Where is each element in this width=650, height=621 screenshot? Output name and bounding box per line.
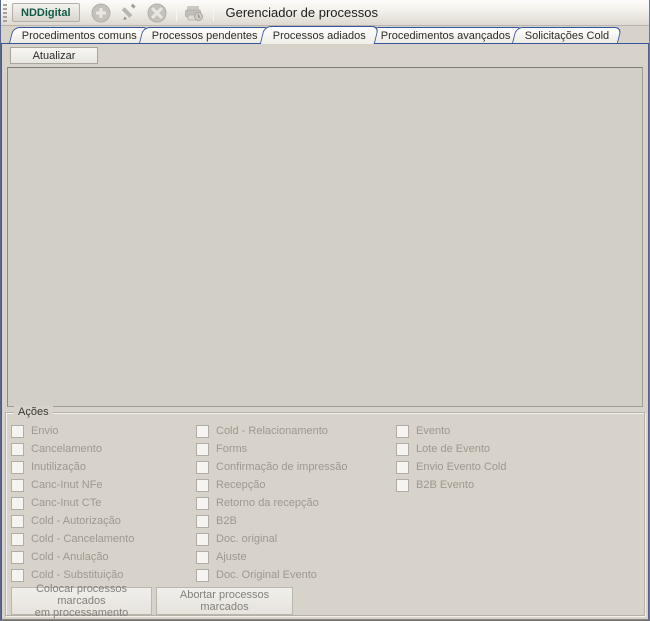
window-title: Gerenciador de processos: [226, 5, 378, 20]
tab-label: Processos pendentes: [152, 30, 258, 42]
action-row-inutilizacao: Inutilização: [11, 458, 134, 476]
action-row-cold-relacionamento: Cold - Relacionamento: [196, 422, 347, 440]
checkbox-label: Inutilização: [31, 461, 86, 473]
action-row-ajuste: Ajuste: [196, 548, 347, 566]
action-row-doc-original: Doc. original: [196, 530, 347, 548]
checkbox-envio[interactable]: [11, 425, 24, 438]
checkbox-label: Forms: [216, 443, 247, 455]
checkbox-label: Lote de Evento: [416, 443, 490, 455]
actions-groupbox: Ações EnvioCancelamentoInutilizaçãoCanc-…: [5, 412, 645, 616]
checkbox-label: Cold - Autorização: [31, 515, 121, 527]
checkbox-cold-autorizacao[interactable]: [11, 515, 24, 528]
checkbox-label: Envio Evento Cold: [416, 461, 507, 473]
checkbox-doc-original[interactable]: [196, 533, 209, 546]
checkbox-cold-substituicao[interactable]: [11, 569, 24, 582]
checkbox-lote-de-evento[interactable]: [396, 443, 409, 456]
checkbox-cold-cancelamento[interactable]: [11, 533, 24, 546]
tab-solicitacoes-cold[interactable]: Solicitações Cold: [512, 27, 622, 43]
checkbox-label: Confirmação de impressão: [216, 461, 347, 473]
checkbox-label: Canc-Inut NFe: [31, 479, 103, 491]
toolbar-grip-handle[interactable]: [3, 4, 7, 22]
checkbox-b2b-evento[interactable]: [396, 479, 409, 492]
checkbox-canc-inut-nfe[interactable]: [11, 479, 24, 492]
tab-processos-pendentes[interactable]: Processos pendentes: [139, 27, 271, 43]
action-row-cold-autorizacao: Cold - Autorização: [11, 512, 134, 530]
checkbox-canc-inut-cte[interactable]: [11, 497, 24, 510]
nddigital-button[interactable]: NDDigital: [12, 3, 80, 22]
actions-column-1: Envio Cancelamento Inutilização Canc-Inut N…: [11, 422, 134, 584]
action-row-cold-substituicao: Cold - Substituição: [11, 566, 134, 584]
checkbox-inutilizacao[interactable]: [11, 461, 24, 474]
action-row-cancelamento: Cancelamento: [11, 440, 134, 458]
checkbox-label: B2B: [216, 515, 237, 527]
checkbox-label: Cold - Relacionamento: [216, 425, 328, 437]
toolbar: NDDigital: [1, 0, 649, 26]
tab-page-processos-adiados: Atualizar Ações Envio Cancelamento Inutili…: [1, 44, 649, 620]
checkbox-forms[interactable]: [196, 443, 209, 456]
action-row-canc-inut-cte: Canc-Inut CTe: [11, 494, 134, 512]
checkbox-retorno-da-recepcao[interactable]: [196, 497, 209, 510]
printer-history-icon[interactable]: [181, 2, 207, 24]
checkbox-label: Canc-Inut CTe: [31, 497, 101, 509]
tab-label: Procedimentos avançados: [381, 30, 511, 42]
checkbox-evento[interactable]: [396, 425, 409, 438]
toolbar-separator: [213, 5, 214, 21]
app-window: NDDigital: [0, 0, 650, 621]
checkbox-label: Cold - Anulação: [31, 551, 109, 563]
nddigital-button-label: NDDigital: [21, 7, 71, 19]
action-row-envio: Envio: [11, 422, 134, 440]
process-list-area[interactable]: [7, 67, 643, 407]
action-row-b2b: B2B: [196, 512, 347, 530]
add-circle-icon[interactable]: [88, 2, 114, 24]
action-row-cold-cancelamento: Cold - Cancelamento: [11, 530, 134, 548]
tab-processos-adiados[interactable]: Processos adiados: [260, 26, 379, 44]
actions-groupbox-legend: Ações: [14, 406, 53, 418]
action-row-forms: Forms: [196, 440, 347, 458]
actions-column-2: Cold - Relacionamento Forms Confirmação de…: [196, 422, 347, 584]
checkbox-cancelamento[interactable]: [11, 443, 24, 456]
checkbox-confirmacao-de-impressao[interactable]: [196, 461, 209, 474]
checkbox-ajuste[interactable]: [196, 551, 209, 564]
checkbox-doc-original-evento[interactable]: [196, 569, 209, 582]
checkbox-label: B2B Evento: [416, 479, 474, 491]
edit-pencil-icon[interactable]: [116, 2, 142, 24]
checkbox-label: Cold - Cancelamento: [31, 533, 134, 545]
refresh-button[interactable]: Atualizar: [10, 47, 98, 64]
checkbox-envio-evento-cold[interactable]: [396, 461, 409, 474]
actions-column-3: Evento Lote de Evento Envio Evento Cold B2B…: [396, 422, 507, 494]
action-row-envio-evento-cold: Envio Evento Cold: [396, 458, 507, 476]
action-row-evento: Evento: [396, 422, 507, 440]
checkbox-label: Doc. Original Evento: [216, 569, 317, 581]
tab-strip: Procedimentos comuns Processos pendentes P…: [1, 26, 649, 44]
checkbox-label: Evento: [416, 425, 450, 437]
action-row-lote-de-evento: Lote de Evento: [396, 440, 507, 458]
action-row-b2b-evento: B2B Evento: [396, 476, 507, 494]
checkbox-label: Doc. original: [216, 533, 277, 545]
checkbox-label: Ajuste: [216, 551, 247, 563]
checkbox-recepcao[interactable]: [196, 479, 209, 492]
cancel-circle-icon[interactable]: [144, 2, 170, 24]
tab-procedimentos-comuns[interactable]: Procedimentos comuns: [9, 27, 150, 43]
checkbox-cold-anulacao[interactable]: [11, 551, 24, 564]
checkbox-b2b[interactable]: [196, 515, 209, 528]
action-row-retorno-da-recepcao: Retorno da recepção: [196, 494, 347, 512]
checkbox-label: Envio: [31, 425, 59, 437]
action-row-doc-original-evento: Doc. Original Evento: [196, 566, 347, 584]
tab-label: Processos adiados: [273, 30, 366, 42]
action-row-recepcao: Recepção: [196, 476, 347, 494]
toolbar-separator: [176, 5, 177, 21]
checkbox-label: Cancelamento: [31, 443, 102, 455]
action-row-canc-inut-nfe: Canc-Inut NFe: [11, 476, 134, 494]
action-row-cold-anulacao: Cold - Anulação: [11, 548, 134, 566]
checkbox-label: Cold - Substituição: [31, 569, 123, 581]
checkbox-cold-relacionamento[interactable]: [196, 425, 209, 438]
checkbox-label: Retorno da recepção: [216, 497, 319, 509]
tab-procedimentos-avancados[interactable]: Procedimentos avançados: [368, 27, 524, 43]
abort-marked-processes-button[interactable]: Abortar processos marcados: [156, 587, 293, 615]
checkbox-label: Recepção: [216, 479, 266, 491]
put-marked-processes-in-processing-button[interactable]: Colocar processos marcadosem processamen…: [11, 587, 152, 615]
tab-label: Procedimentos comuns: [22, 30, 137, 42]
action-row-confirmacao-de-impressao: Confirmação de impressão: [196, 458, 347, 476]
tab-label: Solicitações Cold: [525, 30, 609, 42]
